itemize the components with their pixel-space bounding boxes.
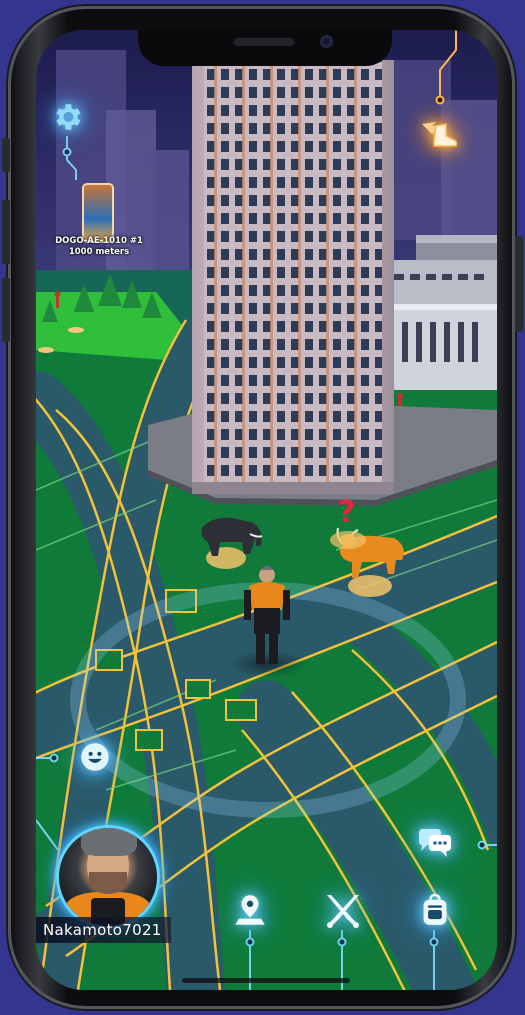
volume-down-button (2, 278, 10, 342)
crossed-swords-icon (327, 895, 359, 928)
power-button (515, 236, 523, 332)
emote-button[interactable] (78, 740, 112, 774)
speed-boost-button[interactable] (416, 114, 464, 154)
earpiece-speaker (234, 38, 294, 46)
front-camera (320, 35, 333, 48)
emoji-icon (81, 743, 109, 771)
inventory-nav-button[interactable] (418, 892, 452, 928)
map-nav-button[interactable] (232, 892, 268, 928)
settings-button[interactable] (48, 98, 86, 136)
silent-switch (2, 138, 10, 172)
poi-marker-label[interactable]: DOGO-AE-1010 #1 1000 meters (44, 236, 154, 258)
volume-up-button (2, 200, 10, 264)
home-indicator[interactable] (182, 978, 350, 983)
player-avatar[interactable] (56, 825, 160, 929)
poi-marker-card[interactable] (82, 183, 114, 243)
chat-bubbles-icon (419, 829, 451, 857)
gear-icon (56, 104, 81, 130)
poi-marker-name: DOGO-AE-1010 #1 (55, 236, 143, 246)
chat-button[interactable] (414, 826, 456, 862)
winged-boot-icon (422, 122, 458, 147)
game-screen[interactable]: ? DOGO-AE-1010 #1 1000 meters Nakamoto70… (36, 30, 497, 990)
battle-nav-button[interactable] (320, 890, 366, 930)
poi-marker-distance: 1000 meters (68, 247, 130, 257)
player-username[interactable]: Nakamoto7021 (36, 917, 171, 943)
hud-overlay: DOGO-AE-1010 #1 1000 meters Nakamoto7021 (36, 30, 497, 990)
phone-notch (138, 30, 392, 66)
map-pin-icon (235, 895, 265, 925)
backpack-icon (423, 894, 447, 925)
